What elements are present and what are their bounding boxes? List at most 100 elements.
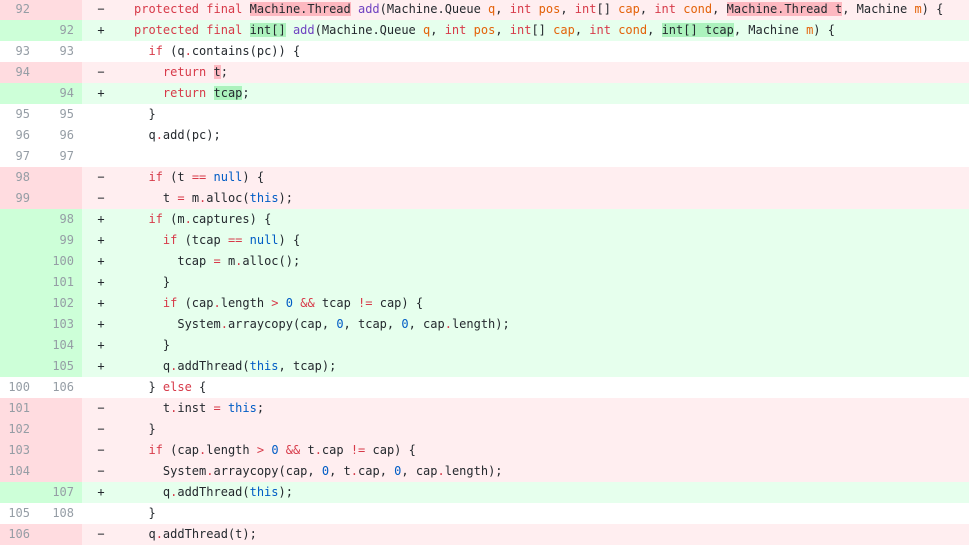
- new-line-number[interactable]: [38, 440, 82, 461]
- new-line-number[interactable]: [38, 419, 82, 440]
- new-line-number[interactable]: 93: [38, 41, 82, 62]
- diff-sign: +: [97, 485, 105, 499]
- new-line-number[interactable]: 94: [38, 83, 82, 104]
- code-token: else: [162, 380, 192, 394]
- code-token: this: [249, 359, 279, 373]
- new-line-number[interactable]: 100: [38, 251, 82, 272]
- new-line-number[interactable]: [38, 524, 82, 545]
- old-line-number[interactable]: 103: [0, 440, 38, 461]
- old-line-number[interactable]: [0, 83, 38, 104]
- code-token: ==: [191, 170, 207, 184]
- new-line-number[interactable]: 107: [38, 482, 82, 503]
- old-line-number[interactable]: 95: [0, 104, 38, 125]
- code-token: m: [220, 254, 236, 268]
- old-line-number[interactable]: [0, 293, 38, 314]
- code-content: System.arraycopy(cap, 0, t.cap, 0, cap.l…: [120, 461, 969, 482]
- code-token: this: [249, 191, 279, 205]
- old-line-number[interactable]: 100: [0, 377, 38, 398]
- new-line-number[interactable]: 102: [38, 293, 82, 314]
- old-line-number[interactable]: [0, 314, 38, 335]
- new-line-number[interactable]: 96: [38, 125, 82, 146]
- code-token: int: [509, 23, 532, 37]
- old-line-number[interactable]: [0, 335, 38, 356]
- new-line-number[interactable]: 106: [38, 377, 82, 398]
- new-line-number[interactable]: 101: [38, 272, 82, 293]
- old-line-number[interactable]: [0, 272, 38, 293]
- diff-sign: [82, 146, 120, 167]
- old-line-number[interactable]: 102: [0, 419, 38, 440]
- code-token: this: [249, 485, 279, 499]
- new-line-number[interactable]: [38, 0, 82, 20]
- new-line-number[interactable]: 105: [38, 356, 82, 377]
- old-line-number[interactable]: 99: [0, 188, 38, 209]
- old-line-number[interactable]: [0, 20, 38, 41]
- code-token: Machine.Thread: [249, 2, 351, 16]
- code-token: add(pc);: [162, 128, 221, 142]
- old-line-number[interactable]: 101: [0, 398, 38, 419]
- code-token: .: [155, 527, 163, 541]
- diff-sign: [82, 377, 120, 398]
- new-line-number[interactable]: 99: [38, 230, 82, 251]
- old-line-number[interactable]: 97: [0, 146, 38, 167]
- new-line-number[interactable]: 97: [38, 146, 82, 167]
- new-line-number[interactable]: [38, 167, 82, 188]
- new-line-number[interactable]: 95: [38, 104, 82, 125]
- old-line-number[interactable]: 94: [0, 62, 38, 83]
- code-token: q: [134, 359, 171, 373]
- code-token: System: [134, 317, 221, 331]
- code-token: this: [227, 401, 257, 415]
- old-line-number[interactable]: [0, 251, 38, 272]
- code-token: .: [155, 128, 163, 142]
- code-token: pos: [538, 2, 561, 16]
- new-line-number[interactable]: [38, 62, 82, 83]
- old-line-number[interactable]: 96: [0, 125, 38, 146]
- code-token: m: [914, 2, 922, 16]
- code-token: cap: [553, 23, 575, 37]
- code-token: ,: [712, 2, 727, 16]
- code-token: contains(pc)) {: [191, 44, 301, 58]
- diff-sign: +: [97, 86, 105, 100]
- diff-line-added: 94 + return tcap;: [0, 83, 969, 104]
- old-line-number[interactable]: [0, 230, 38, 251]
- code-token: tcap: [314, 296, 359, 310]
- old-line-number[interactable]: 98: [0, 167, 38, 188]
- old-line-number[interactable]: [0, 482, 38, 503]
- code-token: int[] tcap: [661, 23, 734, 37]
- new-line-number[interactable]: [38, 461, 82, 482]
- new-line-number[interactable]: 103: [38, 314, 82, 335]
- new-line-number[interactable]: 98: [38, 209, 82, 230]
- code-token: (tcap: [177, 233, 228, 247]
- new-line-number[interactable]: 108: [38, 503, 82, 524]
- old-line-number[interactable]: 93: [0, 41, 38, 62]
- old-line-number[interactable]: 92: [0, 0, 38, 20]
- code-token: cap) {: [372, 296, 424, 310]
- old-line-number[interactable]: 106: [0, 524, 38, 545]
- code-content: if (m.captures) {: [120, 209, 969, 230]
- old-line-number[interactable]: [0, 209, 38, 230]
- code-token: .: [350, 464, 359, 478]
- new-line-number[interactable]: 92: [38, 20, 82, 41]
- old-line-number[interactable]: [0, 356, 38, 377]
- diff-sign: −: [97, 170, 105, 184]
- old-line-number[interactable]: 105: [0, 503, 38, 524]
- new-line-number[interactable]: 104: [38, 335, 82, 356]
- code-token: arraycopy(cap,: [227, 317, 337, 331]
- code-token: ,: [647, 23, 662, 37]
- code-token: inst: [177, 401, 214, 415]
- diff-line-context: 95 95 }: [0, 104, 969, 125]
- old-line-number[interactable]: 104: [0, 461, 38, 482]
- diff-sign: −: [97, 443, 105, 457]
- diff-sign: −: [97, 422, 105, 436]
- new-line-number[interactable]: [38, 188, 82, 209]
- code-token: !=: [350, 443, 366, 457]
- code-token: if: [162, 233, 178, 247]
- code-token: =: [177, 191, 185, 205]
- diff-line-context: 96 96 q.add(pc);: [0, 125, 969, 146]
- new-line-number[interactable]: [38, 398, 82, 419]
- code-content: }: [120, 335, 969, 356]
